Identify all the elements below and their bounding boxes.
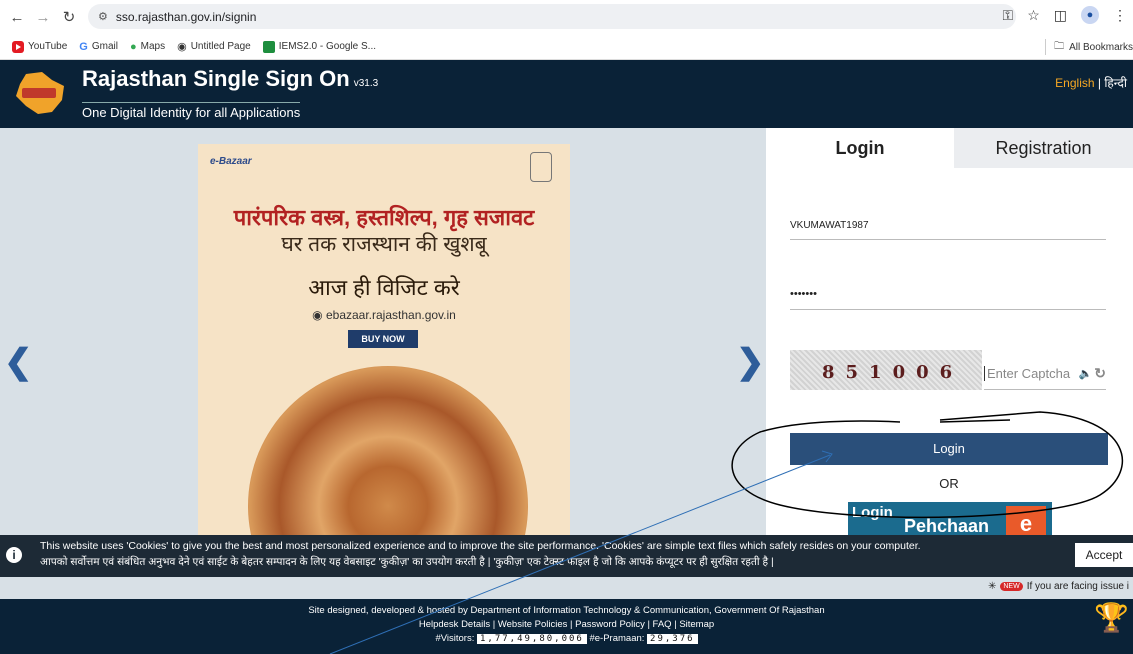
captcha-image: 851006 xyxy=(790,350,982,390)
captcha-placeholder: Enter Captcha xyxy=(984,366,1079,381)
language-switch: English | हिन्दी xyxy=(1055,76,1127,90)
sparkle-icon: ✳ xyxy=(987,581,997,592)
emblem-icon xyxy=(530,152,552,182)
carousel-prev-icon[interactable]: ❮ xyxy=(4,342,33,382)
cookie-banner: i This website uses 'Cookies' to give yo… xyxy=(0,535,1133,577)
accept-cookies-button[interactable]: Accept xyxy=(1075,543,1133,567)
password-field[interactable]: ••••••• xyxy=(790,288,1106,310)
promo-banner[interactable]: e-Bazaar पारंपरिक वस्त्र, हस्तशिल्प, गृह… xyxy=(198,144,570,564)
all-bookmarks[interactable]: 🗀 All Bookmarks xyxy=(1045,39,1133,55)
footer-credit: Site designed, developed & hosted by Dep… xyxy=(308,605,825,616)
login-panel: Login Registration VKUMAWAT1987 ••••••• … xyxy=(766,128,1133,600)
banner-site: ◉ ebazaar.rajasthan.gov.in xyxy=(312,308,456,322)
bookmarks-bar: YouTube G Gmail ● Maps ◉ Untitled Page IEMS… xyxy=(0,34,1133,60)
site-info-icon[interactable]: ⚙ xyxy=(98,10,108,23)
footer-links[interactable]: Helpdesk Details | Website Policies | Pa… xyxy=(0,619,1133,630)
bookmark-maps[interactable]: ● Maps xyxy=(130,41,165,53)
cookie-text-hindi: आपको सर्वोत्तम एवं संबंधित अनुभव देने एव… xyxy=(40,556,774,568)
notice-item[interactable]: ✳ NEW If you are facing issue i xyxy=(988,581,1129,592)
bookmark-gmail[interactable]: G Gmail xyxy=(79,41,118,53)
menu-icon[interactable]: ⋮ xyxy=(1113,7,1127,24)
banner-line-3: आज ही विजिट करे xyxy=(308,275,460,300)
folder-icon: 🗀 xyxy=(1054,40,1065,52)
address-bar[interactable]: ⚙ sso.rajasthan.gov.in/signin xyxy=(88,4,1016,29)
rajasthan-logo xyxy=(16,72,64,114)
new-badge: NEW xyxy=(1000,582,1023,591)
visitor-counter: 1,77,49,80,006 xyxy=(476,634,587,644)
profile-avatar[interactable]: ● xyxy=(1081,6,1099,24)
browser-actions: ⚿ ☆ ◫ ● ⋮ xyxy=(1003,6,1127,24)
sheets-icon xyxy=(262,40,275,53)
trophy-icon: 🏆 xyxy=(1094,602,1129,633)
notice-bar: ✳ NEW If you are facing issue i xyxy=(0,577,1133,599)
bookmark-youtube[interactable]: YouTube xyxy=(12,40,67,53)
maps-pin-icon: ● xyxy=(129,40,137,53)
url-text: sso.rajasthan.gov.in/signin xyxy=(115,9,257,24)
refresh-icon[interactable]: ↻ xyxy=(1094,365,1106,382)
site-header: Rajasthan Single Sign On v31.3 One Digita… xyxy=(0,60,1133,128)
tab-registration[interactable]: Registration xyxy=(954,128,1133,168)
bookmark-untitled[interactable]: ◉ Untitled Page xyxy=(177,40,251,53)
username-field[interactable]: VKUMAWAT1987 xyxy=(790,220,1106,240)
forward-icon[interactable]: → xyxy=(32,6,54,28)
back-icon[interactable]: ← xyxy=(6,6,28,28)
banner-line-1: पारंपरिक वस्त्र, हस्तशिल्प, गृह सजावट xyxy=(233,205,535,230)
version-label: v31.3 xyxy=(353,78,379,89)
audio-icon[interactable]: 🔈 xyxy=(1079,367,1093,380)
pehchaan-text: Pehchaan xyxy=(904,516,990,536)
site-tagline: One Digital Identity for all Application… xyxy=(82,102,301,120)
main-content: ❮ e-Bazaar पारंपरिक वस्त्र, हस्तशिल्प, ग… xyxy=(0,128,1133,600)
or-separator: OR xyxy=(939,476,959,491)
pehchaan-login-text: Login xyxy=(852,504,893,521)
captcha-input[interactable]: Enter Captcha 🔈 ↻ xyxy=(984,358,1106,390)
sidepanel-icon[interactable]: ◫ xyxy=(1054,7,1067,24)
tab-login[interactable]: Login xyxy=(766,128,954,168)
lang-english-link[interactable]: English xyxy=(1055,76,1094,90)
site-footer: Site designed, developed & hosted by Dep… xyxy=(0,599,1133,654)
browser-toolbar: ← → ↻ ⚙ sso.rajasthan.gov.in/signin ⚿ ☆ … xyxy=(0,0,1133,34)
epramaan-counter: 29,376 xyxy=(647,634,698,644)
ebazaar-logo: e-Bazaar xyxy=(210,156,252,167)
info-icon: i xyxy=(6,547,22,563)
buy-now-button[interactable]: BUY NOW xyxy=(348,330,418,348)
bookmark-iems[interactable]: IEMS2.0 - Google S... xyxy=(262,40,376,53)
youtube-icon xyxy=(12,40,24,53)
star-icon[interactable]: ☆ xyxy=(1027,7,1040,24)
banner-line-2: घर तक राजस्थान की खुशबू xyxy=(281,233,487,256)
google-icon: G xyxy=(79,40,88,53)
notice-text: If you are facing issue i xyxy=(1026,581,1129,592)
reload-icon[interactable]: ↻ xyxy=(58,6,80,28)
key-icon[interactable]: ⚿ xyxy=(1003,7,1014,24)
footer-counters: #Visitors: 1,77,49,80,006 #e-Pramaan: 29… xyxy=(0,633,1133,644)
site-title: Rajasthan Single Sign On v31.3 xyxy=(82,66,379,91)
lang-hindi-link[interactable]: हिन्दी xyxy=(1104,76,1127,90)
cookie-text-english: This website uses 'Cookies' to give you … xyxy=(40,540,921,552)
carousel-next-icon[interactable]: ❯ xyxy=(736,342,765,382)
globe-icon: ◉ xyxy=(177,41,187,53)
login-button[interactable]: Login xyxy=(790,433,1108,465)
